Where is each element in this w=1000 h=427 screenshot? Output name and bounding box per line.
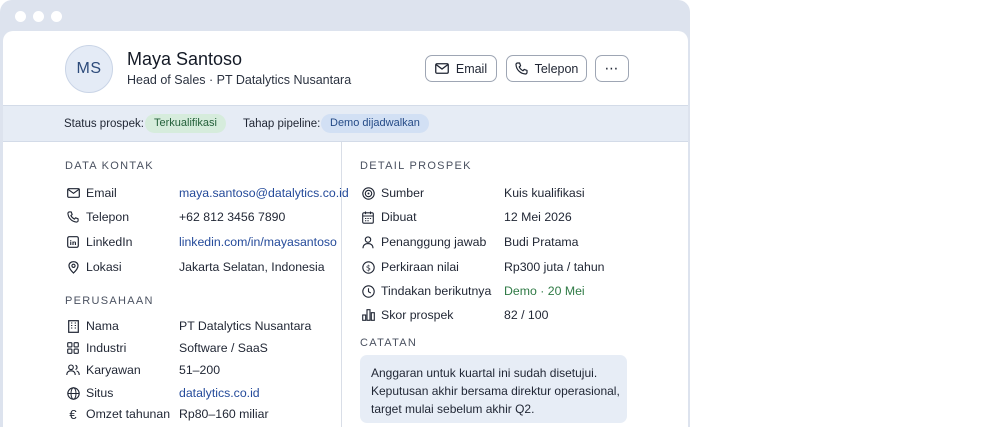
window-dot-close[interactable] xyxy=(15,11,26,22)
prospect-label: Perkiraan nilai xyxy=(381,260,459,274)
company-row-revenue: € Omzet tahunan Rp80–160 miliar xyxy=(65,405,335,423)
company-row-employees: Karyawan 51–200 xyxy=(65,361,335,379)
building-icon xyxy=(65,318,81,334)
contact-label: Email xyxy=(86,186,117,200)
window-dot-maximize[interactable] xyxy=(51,11,62,22)
section-title-catatan: CATATAN xyxy=(360,337,418,349)
clock-icon xyxy=(360,283,376,299)
prospect-row-owner: Penanggung jawab Budi Pratama xyxy=(360,233,650,251)
prospect-row-score: Skor prospek 82 / 100 xyxy=(360,306,650,324)
email-button-label: Email xyxy=(455,61,488,76)
company-row-industry: Industri Software / SaaS xyxy=(65,339,335,357)
linkedin-icon: in xyxy=(65,234,81,250)
avatar-initials: MS xyxy=(76,60,102,77)
target-icon xyxy=(360,185,376,201)
prospect-value: 82 / 100 xyxy=(504,308,549,322)
phone-icon xyxy=(514,62,528,75)
note-line: Keputusan akhir bersama direktur operasi… xyxy=(371,384,620,398)
phone-icon xyxy=(65,209,81,225)
more-options-button[interactable]: ⋯ xyxy=(595,55,629,82)
email-link[interactable]: maya.santoso@datalytics.co.id xyxy=(179,186,349,200)
mail-icon xyxy=(65,185,81,201)
avatar: MS xyxy=(65,45,113,93)
contact-label: Telepon xyxy=(86,210,130,224)
contact-row-email: Email maya.santoso@datalytics.co.id xyxy=(65,184,349,202)
prospect-value: Budi Pratama xyxy=(504,235,579,249)
email-button[interactable]: Email xyxy=(425,55,497,82)
website-link[interactable]: datalytics.co.id xyxy=(179,386,260,400)
company-label: Omzet tahunan xyxy=(86,407,171,421)
svg-text:in: in xyxy=(70,239,77,247)
browser-window: MS Maya Santoso Head of Sales · PT Datal… xyxy=(0,0,690,427)
contact-name: Maya Santoso xyxy=(127,49,243,69)
prospect-label: Penanggung jawab xyxy=(381,235,487,249)
column-divider xyxy=(341,142,342,427)
company-label: Karyawan xyxy=(86,363,141,377)
prospect-status-label: Status prospek: xyxy=(64,118,144,130)
window-dot-minimize[interactable] xyxy=(33,11,44,22)
contact-row-linkedin: in LinkedIn linkedin.com/in/mayasantoso xyxy=(65,233,337,251)
next-action-value: Demo · 20 Mei xyxy=(504,284,585,298)
prospect-label: Skor prospek xyxy=(381,308,454,322)
pipeline-stage-label: Tahap pipeline: xyxy=(243,118,321,130)
prospect-value: Kuis kualifikasi xyxy=(504,186,585,200)
contact-card: MS Maya Santoso Head of Sales · PT Datal… xyxy=(3,31,688,427)
company-value: Software / SaaS xyxy=(179,341,268,355)
prospect-label: Tindakan berikutnya xyxy=(381,284,492,298)
pipeline-stage-badge: Demo dijadwalkan xyxy=(321,114,429,133)
company-label: Industri xyxy=(86,341,127,355)
section-title-perusahaan: PERUSAHAAN xyxy=(65,295,154,307)
company-label: Nama xyxy=(86,319,119,333)
users-icon xyxy=(65,362,81,378)
company-label: Situs xyxy=(86,386,114,400)
prospect-row-source: Sumber Kuis kualifikasi xyxy=(360,184,650,202)
note-line: Anggaran untuk kuartal ini sudah disetuj… xyxy=(371,366,598,380)
location-value: Jakarta Selatan, Indonesia xyxy=(179,260,325,274)
linkedin-link[interactable]: linkedin.com/in/mayasantoso xyxy=(179,235,337,249)
calendar-icon xyxy=(360,209,376,225)
prospect-status-badge: Terkualifikasi xyxy=(145,114,226,133)
prospect-row-next-action: Tindakan berikutnya Demo · 20 Mei xyxy=(360,282,650,300)
section-title-detail-prospek: DETAIL PROSPEK xyxy=(360,160,472,172)
company-row-website: Situs datalytics.co.id xyxy=(65,384,335,402)
bar-chart-icon xyxy=(360,307,376,323)
company-value: Rp80–160 miliar xyxy=(179,407,269,421)
call-button[interactable]: Telepon xyxy=(506,55,587,82)
company-value: PT Datalytics Nusantara xyxy=(179,319,312,333)
grid-icon xyxy=(65,340,81,356)
mail-icon xyxy=(434,63,449,74)
company-value: 51–200 xyxy=(179,363,221,377)
contact-label: LinkedIn xyxy=(86,235,133,249)
notes-box: Anggaran untuk kuartal ini sudah disetuj… xyxy=(360,355,627,423)
prospect-value: 12 Mei 2026 xyxy=(504,210,572,224)
call-button-label: Telepon xyxy=(534,61,579,76)
note-line: target mulai sebelum akhir Q2. xyxy=(371,402,535,416)
status-bar: Status prospek: Terkualifikasi Tahap pip… xyxy=(3,105,688,142)
contact-row-location: Lokasi Jakarta Selatan, Indonesia xyxy=(65,258,335,276)
euro-icon: € xyxy=(69,406,77,422)
prospect-row-created: Dibuat 12 Mei 2026 xyxy=(360,208,650,226)
prospect-label: Dibuat xyxy=(381,210,417,224)
dollar-icon: $ xyxy=(360,259,376,275)
contact-row-phone: Telepon +62 812 3456 7890 xyxy=(65,208,335,226)
contact-label: Lokasi xyxy=(86,260,122,274)
more-icon: ⋯ xyxy=(604,60,620,76)
svg-text:$: $ xyxy=(365,263,370,272)
prospect-value: Rp300 juta / tahun xyxy=(504,260,605,274)
contact-role: Head of Sales · PT Datalytics Nusantara xyxy=(127,73,352,87)
location-pin-icon xyxy=(65,259,81,275)
prospect-row-estimated-value: $ Perkiraan nilai Rp300 juta / tahun xyxy=(360,258,650,276)
user-icon xyxy=(360,234,376,250)
phone-value: +62 812 3456 7890 xyxy=(179,210,286,224)
prospect-label: Sumber xyxy=(381,186,425,200)
company-row-name: Nama PT Datalytics Nusantara xyxy=(65,317,335,335)
section-title-data-kontak: DATA KONTAK xyxy=(65,160,154,172)
globe-icon xyxy=(65,385,81,401)
